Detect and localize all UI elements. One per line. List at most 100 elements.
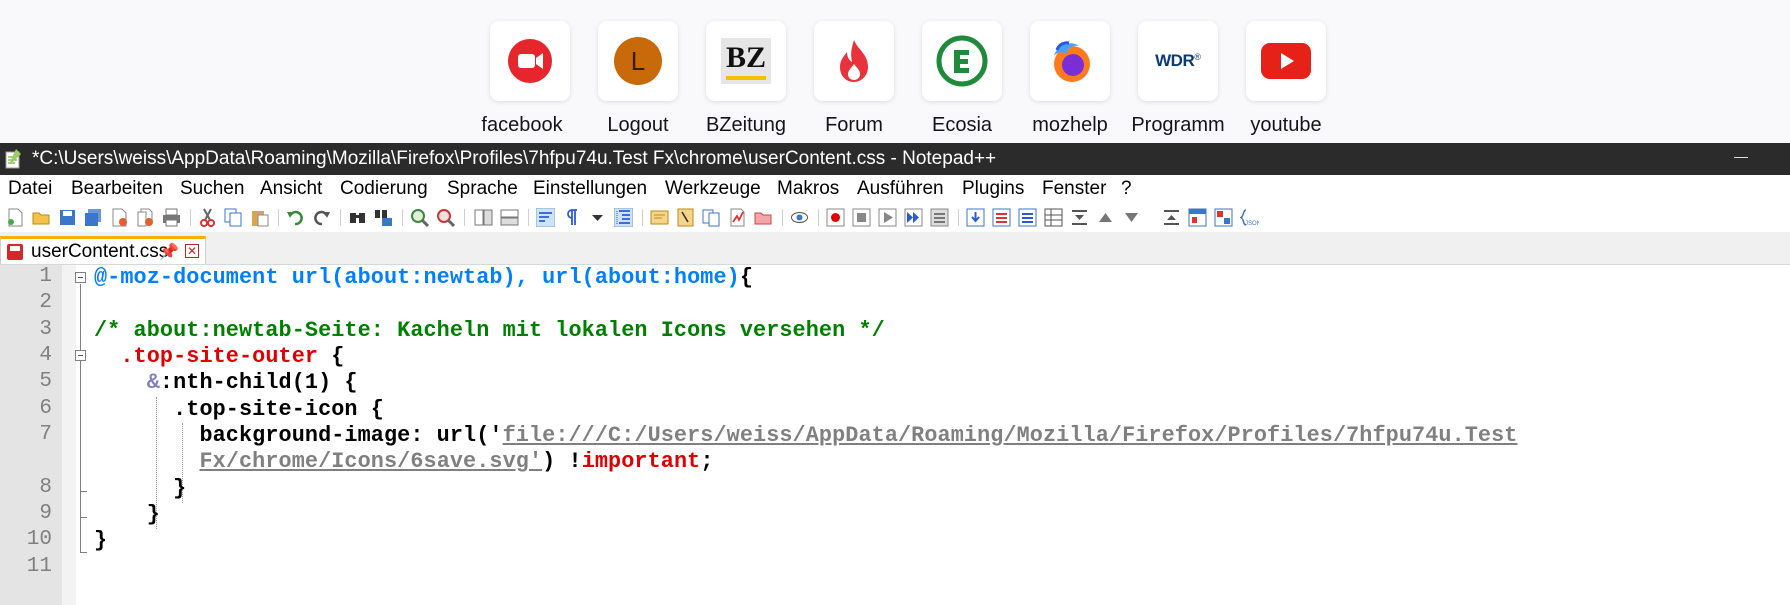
indent-guide-icon[interactable]: [614, 208, 633, 227]
code-line-5: &:nth-child(1) {: [94, 370, 358, 395]
save-icon[interactable]: [58, 208, 77, 227]
function-list-icon[interactable]: [676, 208, 695, 227]
code-line-10: }: [94, 528, 108, 553]
menu-help[interactable]: ?: [1121, 178, 1132, 200]
play-button-icon: [1246, 21, 1326, 101]
zoom-in-icon[interactable]: [410, 208, 429, 227]
tab-label: userContent.css: [31, 241, 169, 262]
copy-icon[interactable]: [224, 208, 243, 227]
menu-datei[interactable]: Datei: [8, 178, 52, 200]
menu-ansicht[interactable]: Ansicht: [260, 178, 322, 200]
pin-icon[interactable]: 📌: [159, 242, 179, 262]
code-editor[interactable]: 1 2 3 4 5 6 7 8 9 10 11 @-moz-document u…: [0, 265, 1790, 605]
tab-usercontent-css[interactable]: userContent.css 📌 ✕: [0, 236, 206, 264]
top-site-logout[interactable]: L Logout: [576, 21, 684, 145]
code-line-9: }: [94, 502, 160, 527]
cut-icon[interactable]: [198, 208, 217, 227]
menu-fenster[interactable]: Fenster: [1042, 178, 1106, 200]
menu-codierung[interactable]: Codierung: [340, 178, 428, 200]
video-camera-icon: [490, 21, 570, 101]
top-site-youtube[interactable]: youtube: [1224, 21, 1332, 145]
folder-icon[interactable]: [754, 208, 773, 227]
undo-icon[interactable]: [286, 208, 305, 227]
zoom-out-icon[interactable]: [436, 208, 455, 227]
list-icon[interactable]: [992, 208, 1011, 227]
code-line-6: .top-site-icon {: [94, 397, 384, 422]
move-down-icon[interactable]: [1122, 208, 1141, 227]
top-site-bzeitung[interactable]: BZ BZeitung: [684, 21, 792, 145]
line-number: 1: [39, 265, 52, 288]
top-site-mozhelp[interactable]: mozhelp: [1008, 21, 1116, 145]
top-site-forum[interactable]: Forum: [792, 21, 900, 145]
tab-close-icon[interactable]: ✕: [185, 244, 199, 258]
notepadpp-window: *C:\Users\weiss\AppData\Roaming\Mozilla\…: [0, 143, 1790, 605]
menu-suchen[interactable]: Suchen: [180, 178, 244, 200]
word-wrap-icon[interactable]: [536, 208, 555, 227]
print-icon[interactable]: [162, 208, 181, 227]
find-icon[interactable]: [348, 208, 367, 227]
replace-icon[interactable]: [374, 208, 393, 227]
top-site-label: Programm: [1131, 114, 1225, 136]
preview-icon[interactable]: [790, 208, 809, 227]
grid-icon[interactable]: [1214, 208, 1233, 227]
move-up-icon[interactable]: [1096, 208, 1115, 227]
fold-margin: [62, 265, 76, 605]
menu-bearbeiten[interactable]: Bearbeiten: [71, 178, 163, 200]
line-number: 9: [39, 502, 52, 525]
bookmark-toggle-icon[interactable]: [966, 208, 985, 227]
menu-sprache[interactable]: Sprache: [447, 178, 518, 200]
top-site-ecosia[interactable]: Ecosia: [900, 21, 1008, 145]
save-all-icon[interactable]: [84, 208, 103, 227]
fold-toggle-icon[interactable]: [75, 272, 86, 283]
redo-icon[interactable]: [312, 208, 331, 227]
line-number: 5: [39, 370, 52, 393]
menu-makros[interactable]: Makros: [777, 178, 839, 200]
top-sites: facebook L Logout BZ BZeitung Forum Ecos…: [0, 0, 1790, 143]
top-site-facebook[interactable]: facebook: [468, 21, 576, 145]
new-file-icon[interactable]: [6, 208, 25, 227]
sync-vertical-icon[interactable]: [474, 208, 493, 227]
unsaved-file-icon: [7, 244, 23, 260]
save-macro-icon[interactable]: [930, 208, 949, 227]
table-icon[interactable]: [1044, 208, 1063, 227]
json-icon[interactable]: JSON: [1240, 208, 1259, 227]
show-all-chars-icon[interactable]: [562, 208, 581, 227]
window-split-icon[interactable]: [1188, 208, 1207, 227]
close-all-icon[interactable]: [136, 208, 155, 227]
title-bar: *C:\Users\weiss\AppData\Roaming\Mozilla\…: [0, 143, 1790, 175]
letter-l-icon: L: [598, 21, 678, 101]
close-icon[interactable]: [110, 208, 129, 227]
menu-plugins[interactable]: Plugins: [962, 178, 1024, 200]
paste-icon[interactable]: [250, 208, 269, 227]
minimize-button[interactable]: [1732, 145, 1752, 169]
collapse-icon[interactable]: [1070, 208, 1089, 227]
stop-macro-icon[interactable]: [852, 208, 871, 227]
fold-line: [80, 284, 81, 552]
line-number-gutter: 1 2 3 4 5 6 7 8 9 10 11: [0, 265, 62, 605]
line-number: 3: [39, 318, 52, 341]
top-site-programm[interactable]: WDR ® Programm: [1116, 21, 1225, 145]
svg-text:JSON: JSON: [1245, 221, 1259, 227]
fold-toggle-icon[interactable]: [75, 350, 86, 361]
run-macro-multiple-icon[interactable]: [904, 208, 923, 227]
monitoring-icon[interactable]: [728, 208, 747, 227]
menu-werkzeuge[interactable]: Werkzeuge: [665, 178, 761, 200]
expand-icon[interactable]: [1162, 208, 1181, 227]
dropdown-icon[interactable]: [588, 208, 607, 227]
top-site-label: Ecosia: [931, 114, 993, 136]
menu-ausfuehren[interactable]: Ausführen: [857, 178, 944, 200]
bz-logo-icon: BZ: [706, 21, 786, 101]
folder-workspace-icon[interactable]: [702, 208, 721, 227]
line-number: 10: [26, 528, 52, 551]
record-macro-icon[interactable]: [826, 208, 845, 227]
play-macro-icon[interactable]: [878, 208, 897, 227]
code-line-7-wrapped: Fx/chrome/Icons/6save.svg') !important;: [199, 449, 714, 474]
doc-map-icon[interactable]: [650, 208, 669, 227]
window-title: *C:\Users\weiss\AppData\Roaming\Mozilla\…: [32, 148, 997, 169]
menu-einstellungen[interactable]: Einstellungen: [533, 178, 647, 200]
list-blue-icon[interactable]: [1018, 208, 1037, 227]
sync-horizontal-icon[interactable]: [500, 208, 519, 227]
wdr-logo-icon: WDR ®: [1138, 21, 1218, 101]
fold-end-marker: [80, 491, 87, 492]
open-file-icon[interactable]: [32, 208, 51, 227]
